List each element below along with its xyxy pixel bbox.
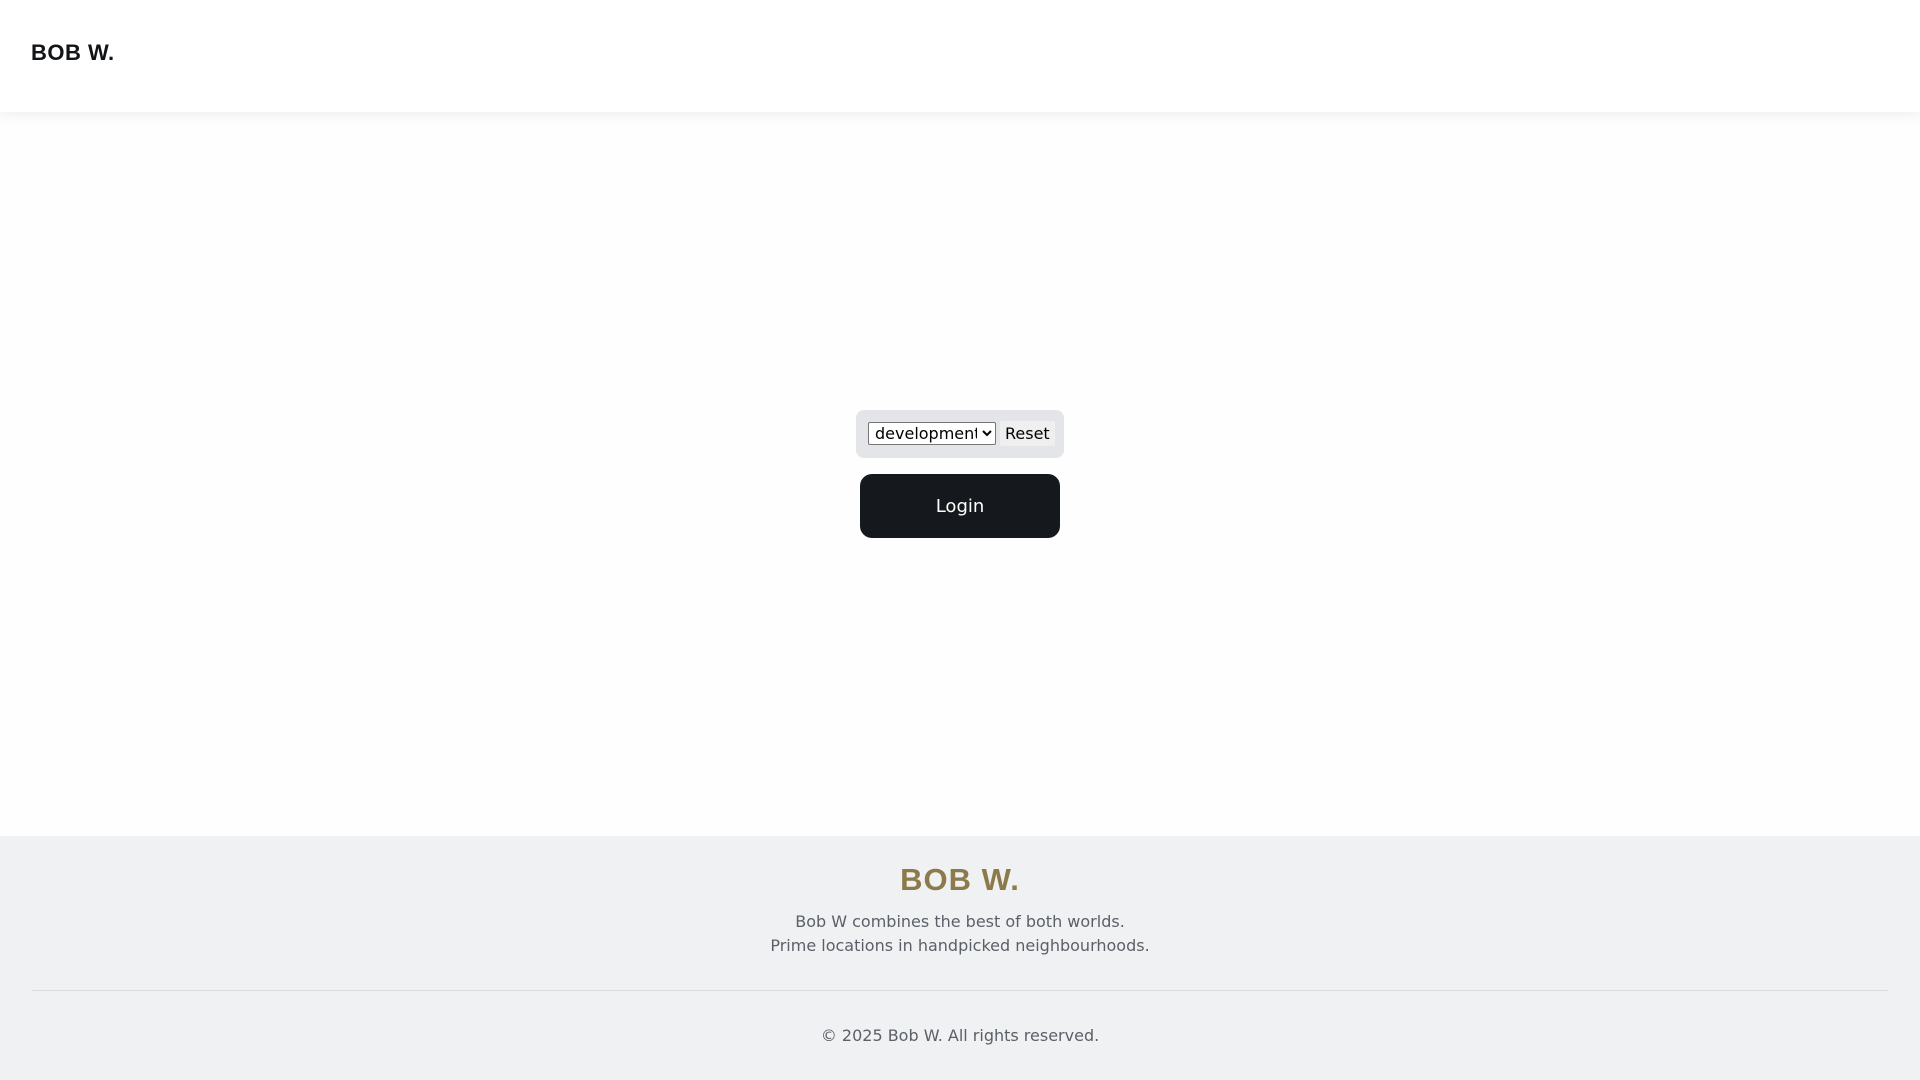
footer-divider [32, 990, 1888, 991]
footer-logo: BOB W. [900, 862, 1020, 897]
reset-button[interactable]: Reset [1000, 421, 1055, 446]
footer-tagline-line1: Bob W combines the best of both worlds. [795, 912, 1125, 931]
environment-switcher: development Reset [856, 410, 1064, 458]
copyright-text: © 2025 Bob W. All rights reserved. [820, 1026, 1100, 1045]
site-footer: BOB W. Bob W combines the best of both w… [0, 836, 1920, 1080]
footer-tagline-line2: Prime locations in handpicked neighbourh… [770, 936, 1150, 955]
main-content: development Reset Login [0, 112, 1920, 836]
header-logo[interactable]: BOB W. [31, 40, 115, 66]
login-button[interactable]: Login [860, 474, 1060, 538]
site-header: BOB W. [0, 0, 1920, 112]
environment-select[interactable]: development [868, 422, 996, 445]
